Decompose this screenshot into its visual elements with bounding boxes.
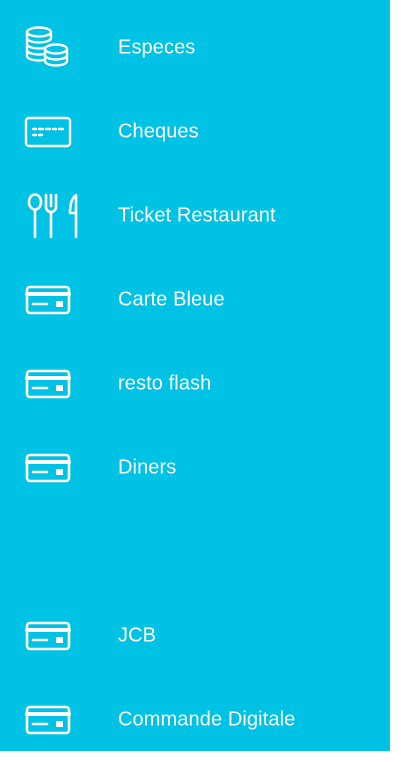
payment-label: Diners — [118, 456, 177, 479]
credit-card-icon — [22, 614, 82, 658]
payment-item-diners[interactable]: Diners — [0, 426, 390, 510]
credit-card-icon — [22, 446, 82, 490]
payment-label: Commande Digitale — [118, 708, 296, 731]
cutlery-icon — [26, 193, 86, 239]
payment-item-carte-bleue[interactable]: Carte Bleue — [0, 258, 390, 342]
credit-card-icon — [22, 278, 82, 322]
cheque-icon — [22, 110, 82, 154]
payment-item-jcb[interactable]: JCB — [0, 594, 390, 678]
coins-icon — [22, 26, 82, 70]
payment-methods-panel: Especes Cheques Ticket Restaurant Carte … — [0, 0, 390, 751]
payment-item-ticket-restaurant[interactable]: Ticket Restaurant — [0, 174, 390, 258]
payment-label: Especes — [118, 36, 196, 59]
payment-label: Cheques — [118, 120, 199, 143]
payment-item-especes[interactable]: Especes — [0, 6, 390, 90]
payment-item-commande-digitale[interactable]: Commande Digitale — [0, 678, 390, 762]
payment-label: Carte Bleue — [118, 288, 225, 311]
credit-card-icon — [22, 362, 82, 406]
credit-card-icon — [22, 698, 82, 742]
payment-label: JCB — [118, 624, 157, 647]
payment-item-resto-flash[interactable]: resto flash — [0, 342, 390, 426]
payment-label: Ticket Restaurant — [118, 204, 276, 227]
payment-item-cheques[interactable]: Cheques — [0, 90, 390, 174]
payment-label: resto flash — [118, 372, 212, 395]
